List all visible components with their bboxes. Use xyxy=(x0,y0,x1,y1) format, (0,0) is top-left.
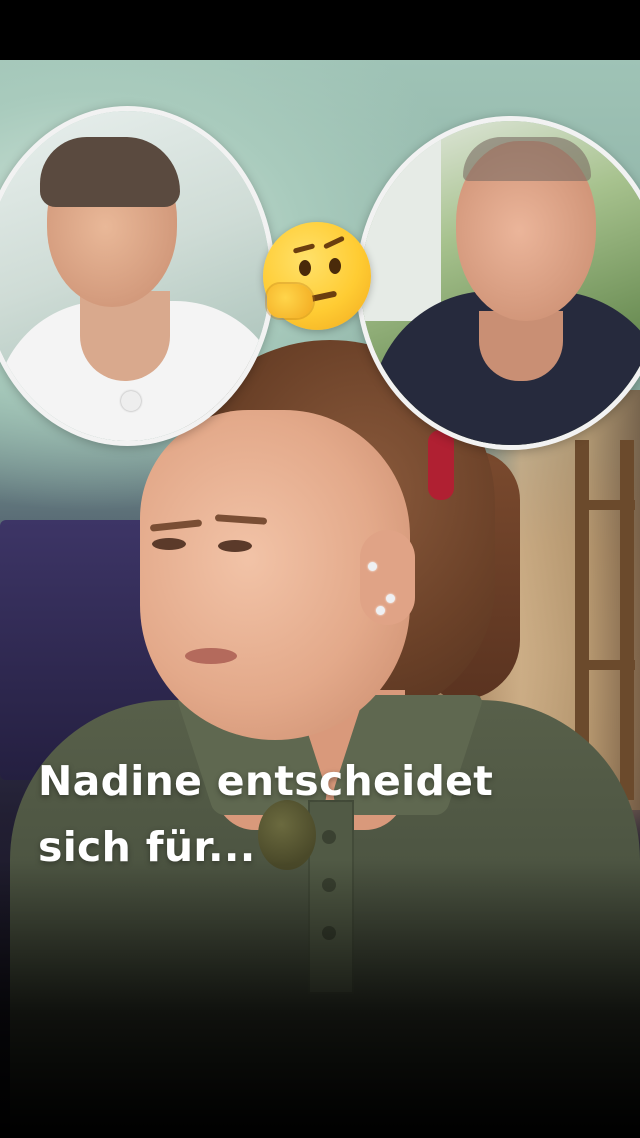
emoji-hand xyxy=(267,284,313,318)
emoji-eye xyxy=(299,260,311,276)
eye xyxy=(152,538,186,550)
man-hair-right xyxy=(463,137,591,181)
left-portrait-circle xyxy=(0,106,275,446)
emoji-brow xyxy=(292,243,316,254)
caption: Nadine entscheidet sich für... xyxy=(38,748,598,880)
window-frame xyxy=(361,121,441,321)
man-hair-left xyxy=(40,137,180,207)
right-portrait-circle xyxy=(356,116,640,450)
caption-line-2: sich für... xyxy=(38,823,256,871)
emoji-eye xyxy=(329,258,341,274)
top-letterbox xyxy=(0,0,640,60)
emoji-brow xyxy=(322,235,346,250)
earring xyxy=(386,594,395,603)
bottom-gradient xyxy=(0,860,640,1138)
thinking-face-icon xyxy=(263,222,371,330)
ear xyxy=(360,530,415,625)
video-frame: Nadine entscheidet sich für... xyxy=(0,0,640,1138)
eye xyxy=(218,540,252,552)
earring xyxy=(368,562,377,571)
caption-line-1: Nadine entscheidet xyxy=(38,757,494,805)
mouth xyxy=(185,648,237,664)
lavalier-microphone xyxy=(121,391,141,411)
earring xyxy=(376,606,385,615)
